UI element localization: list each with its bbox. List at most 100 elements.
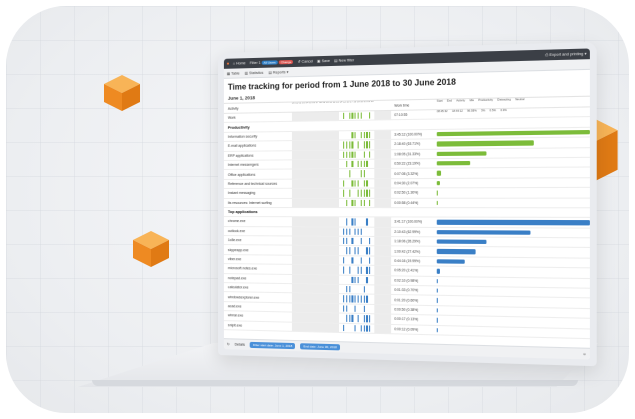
activity-tick (366, 315, 368, 322)
row-name: ERP applications (227, 153, 254, 158)
activity-tick (354, 131, 356, 139)
app-menu-icon[interactable]: ■ (227, 62, 229, 66)
off-hours-shade (374, 275, 392, 285)
activity-tick (366, 218, 368, 226)
row-bar (436, 278, 439, 284)
off-hours-shade (374, 256, 392, 266)
summary-cell: 18:44:12 (451, 109, 463, 114)
activity-tick (357, 276, 359, 284)
activity-tick (369, 325, 371, 332)
status-footer: ↻ Details Filter start date: June 1, 201… (223, 338, 590, 360)
activity-tick (351, 141, 354, 149)
row-bar (436, 317, 438, 323)
row-bar (436, 160, 470, 166)
off-hours-shade (291, 246, 339, 256)
off-hours-shade (291, 322, 339, 332)
tab-table[interactable]: ▦ Table (227, 71, 240, 75)
row-timeline (291, 130, 392, 141)
row-bar (436, 170, 442, 176)
column-header[interactable]: Idle (469, 99, 474, 109)
column-header[interactable]: Productivity (478, 99, 493, 109)
home-button[interactable]: ⌂ Home (233, 61, 246, 65)
activity-tick (351, 315, 354, 322)
new-filter-button[interactable]: ▤ New filter (334, 58, 354, 63)
off-hours-shade (291, 188, 339, 198)
row-bar-cell (436, 168, 590, 178)
column-header[interactable]: Distracting (497, 98, 510, 108)
activity-tick (343, 324, 345, 332)
details-link[interactable]: Details (235, 342, 245, 346)
new-filter-label: New filter (338, 58, 355, 63)
activity-tick (363, 305, 365, 313)
off-hours-shade (291, 179, 339, 188)
activity-tick (354, 112, 356, 120)
activity-tick (346, 228, 348, 235)
filter-change-badge[interactable]: Change (278, 59, 294, 65)
table-row[interactable]: Instant messaging 0:02:50 (1.30%) (223, 188, 590, 199)
column-header[interactable]: Start (437, 100, 443, 110)
activity-tick (360, 228, 362, 235)
row-bar-cell (436, 228, 590, 238)
row-name: calculator.exe (227, 285, 249, 290)
tab-reports-label: Reports (272, 69, 286, 75)
hours-header: 00 01 02 03 04 05 06 07 08 09 10 11 12 1… (291, 100, 374, 105)
save-button[interactable]: ▣ Save (317, 59, 330, 63)
row-bar (436, 200, 438, 205)
row-time: 0:02:10 (0.98%) (394, 278, 419, 283)
activity-tick (363, 141, 365, 149)
row-time: 3:41:17 (100.00%) (394, 220, 423, 225)
activity-tick (343, 257, 345, 264)
column-header[interactable]: Activity (456, 99, 465, 109)
row-timeline (291, 284, 392, 295)
cancel-button[interactable]: ↺ Cancel (297, 59, 312, 63)
start-date-chip[interactable]: Filter start date: June 1, 2018 (249, 341, 296, 350)
row-bar (436, 219, 590, 226)
row-bar-cell (436, 148, 590, 158)
activity-tick (363, 324, 365, 332)
user-icon[interactable]: ☺ (583, 352, 587, 356)
row-timeline (291, 169, 392, 179)
activity-tick (343, 180, 345, 187)
activity-tick (343, 295, 345, 303)
end-date-chip[interactable]: End date: June 30, 2018 (300, 343, 340, 351)
activity-tick (343, 305, 345, 312)
row-timeline (291, 322, 392, 334)
column-header[interactable]: Neutral (515, 98, 524, 108)
row-name: notepad.exe (227, 275, 247, 281)
table-row[interactable]: Its resources: Internet surfing 0:00:58 (… (223, 198, 590, 209)
column-header[interactable]: End (447, 99, 452, 109)
activity-tick (363, 295, 365, 303)
laptop-screen-frame: ■ ⌂ Home Filter 1 All Users Change ↺ Can… (218, 41, 597, 367)
activity-tick (354, 180, 356, 187)
activity-tick (360, 199, 362, 206)
filter-selector[interactable]: Filter 1 All Users Change (250, 59, 294, 65)
export-button[interactable]: ⎙ Export and printing ▾ (545, 52, 586, 57)
row-time: 0:00:58 (0.44%) (394, 200, 419, 205)
off-hours-shade (374, 140, 392, 149)
off-hours-shade (291, 111, 339, 122)
row-bar-cell (436, 237, 590, 247)
off-hours-shade (374, 314, 392, 324)
row-timeline (291, 236, 392, 246)
tab-statistics[interactable]: ▥ Statistics (245, 70, 264, 75)
row-bar (436, 180, 440, 186)
tab-reports[interactable]: ▤ Reports ▾ (268, 70, 288, 75)
activity-tick (366, 325, 368, 332)
activity-tick (346, 199, 348, 206)
off-hours-shade (374, 198, 392, 208)
activity-tick (366, 189, 368, 197)
row-bar (436, 190, 439, 196)
refresh-icon[interactable]: ↻ (227, 342, 230, 346)
summary-cell: 0.5% (489, 109, 496, 113)
cube-decoration-small (133, 231, 169, 267)
activity-tick (369, 189, 371, 197)
activity-tick (346, 160, 348, 168)
activity-tick (351, 112, 354, 120)
activity-tick (351, 151, 354, 158)
activity-tick (351, 237, 354, 245)
cancel-label: Cancel (301, 59, 313, 64)
activity-tick (354, 218, 356, 226)
row-timeline (291, 274, 392, 285)
row-timeline (291, 149, 392, 160)
row-bar (436, 268, 441, 274)
